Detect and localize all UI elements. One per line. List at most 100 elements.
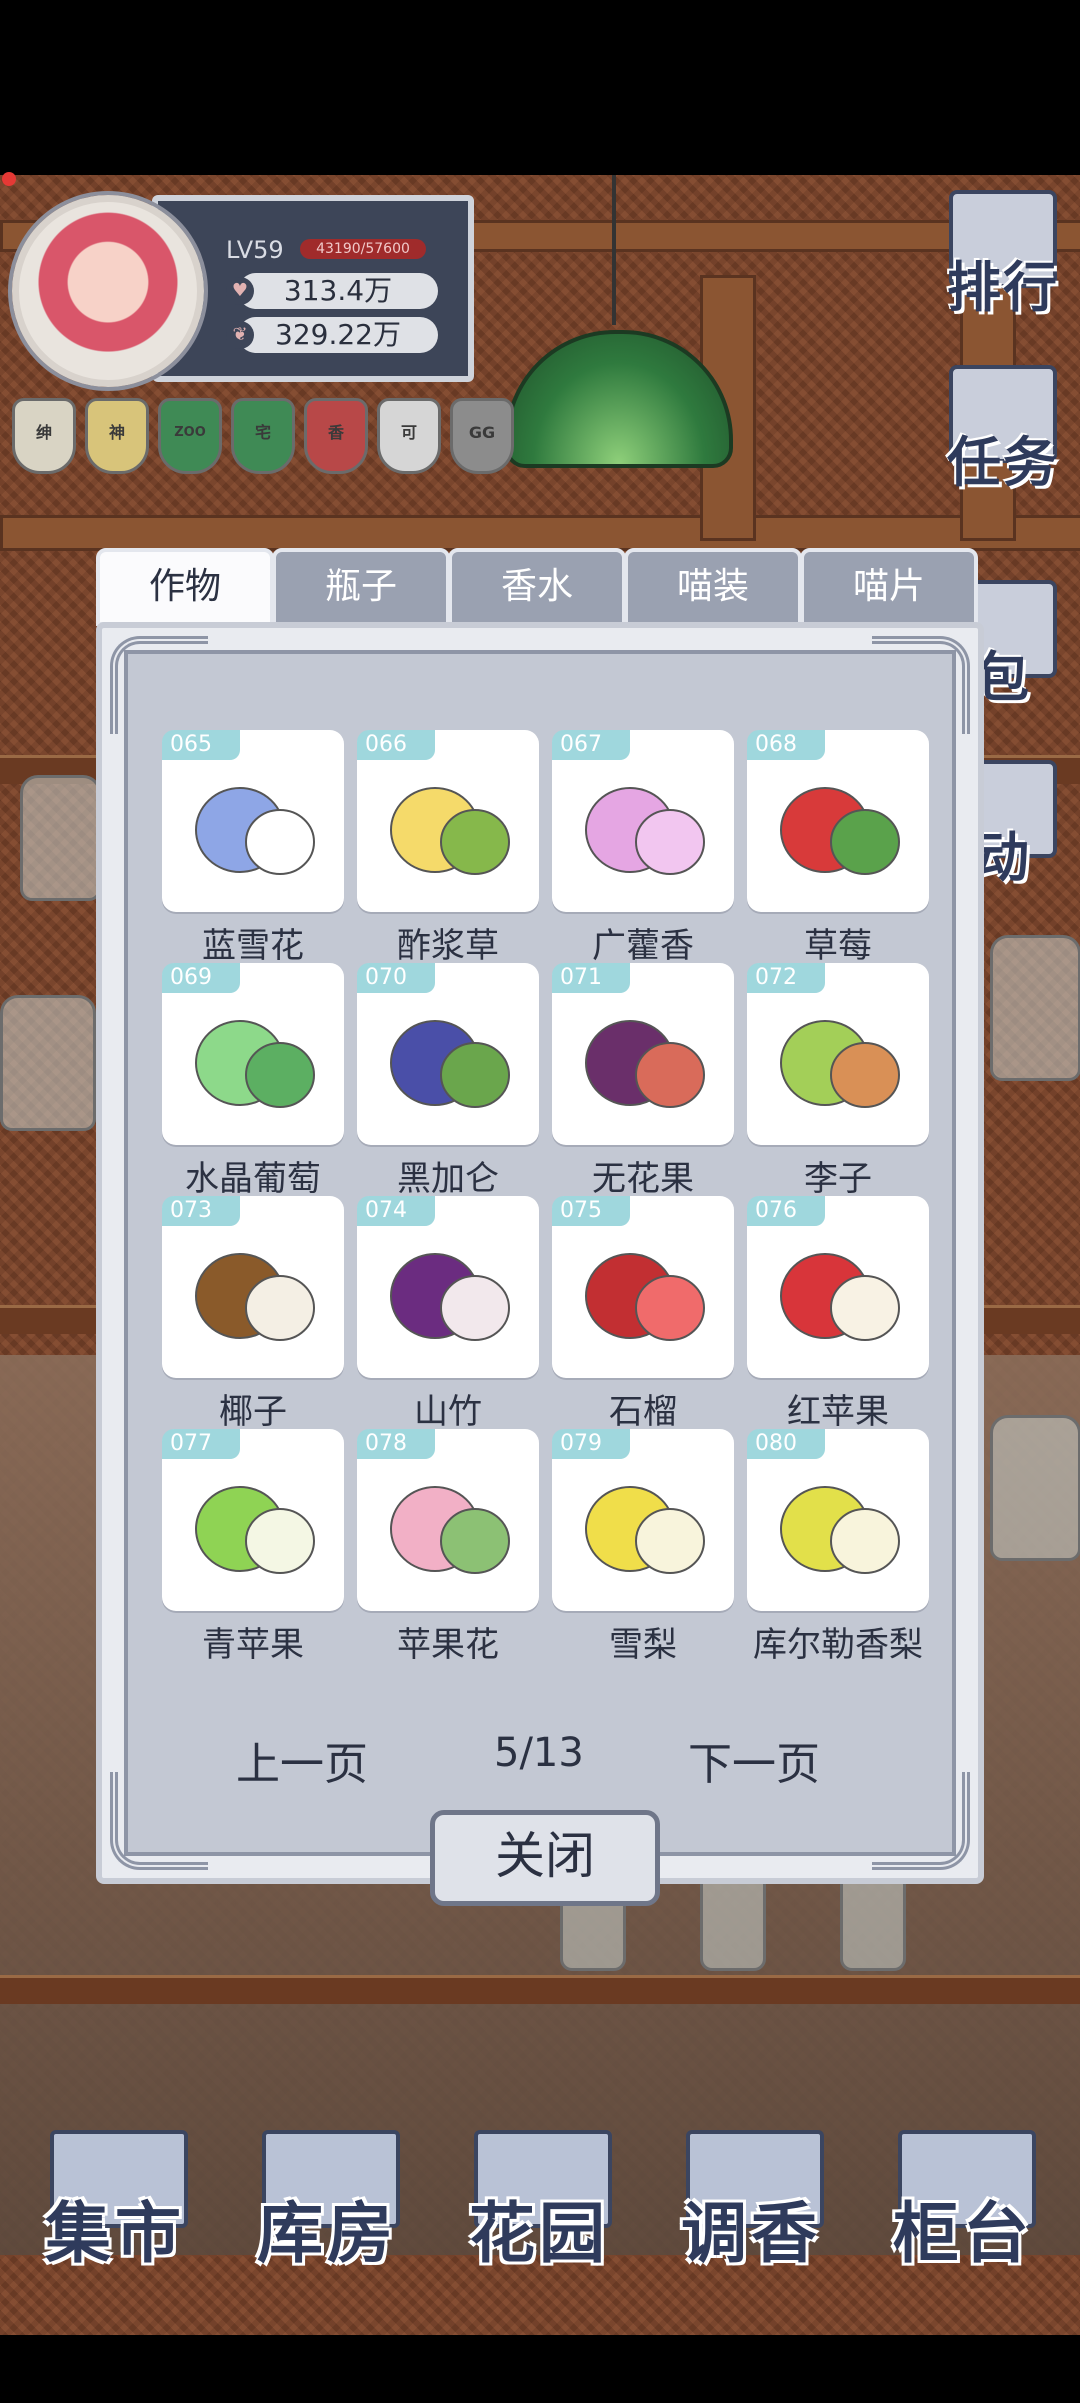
jar [20, 775, 101, 901]
lamp-cord [612, 175, 616, 325]
item-card[interactable]: 079 [552, 1429, 734, 1611]
item-card[interactable]: 066 [357, 730, 539, 912]
wooden-beam [0, 515, 1080, 551]
ornament-corner [110, 1772, 208, 1870]
jar [990, 1415, 1080, 1561]
item-card[interactable]: 076 [747, 1196, 929, 1378]
item-card[interactable]: 078 [357, 1429, 539, 1611]
task-button[interactable]: 任务 [938, 365, 1068, 497]
item-card[interactable]: 073 [162, 1196, 344, 1378]
item-number: 072 [747, 963, 825, 993]
badge[interactable]: 宅 [231, 398, 295, 474]
ornament-corner [872, 636, 970, 734]
item-number: 076 [747, 1196, 825, 1226]
tab-crops[interactable]: 作物 [96, 548, 274, 626]
close-button[interactable]: 关闭 [430, 1810, 660, 1906]
next-page-button[interactable]: 下一页 [688, 1728, 820, 1792]
item-name: 雪梨 [609, 1625, 677, 1665]
resource-1: ♥ 313.4万 [226, 273, 438, 309]
resource-1-value: 313.4万 [283, 274, 393, 307]
nav-counter-label: 柜台 [893, 2195, 1033, 2272]
item-name: 石榴 [609, 1392, 677, 1432]
item-number: 074 [357, 1196, 435, 1226]
item-number: 079 [552, 1429, 630, 1459]
item-number: 068 [747, 730, 825, 760]
item-number: 066 [357, 730, 435, 760]
item-name: 青苹果 [202, 1625, 304, 1665]
rank-button[interactable]: 排行 [938, 190, 1068, 322]
item-card[interactable]: 070 [357, 963, 539, 1145]
badge[interactable]: 神 [85, 398, 149, 474]
player-profile[interactable]: LV59 43190/57600 ♥ 313.4万 ❦ 329.22万 [12, 195, 474, 387]
item-number: 073 [162, 1196, 240, 1226]
item-name: 酢浆草 [397, 926, 499, 966]
ornament-corner [110, 636, 208, 734]
nav-garden-label: 花园 [469, 2195, 609, 2272]
item-card[interactable]: 072 [747, 963, 929, 1145]
item-name: 水晶葡萄 [185, 1159, 321, 1199]
item-name: 蓝雪花 [202, 926, 304, 966]
prev-page-button[interactable]: 上一页 [236, 1728, 368, 1792]
item-name: 库尔勒香梨 [753, 1625, 923, 1665]
item-number: 071 [552, 963, 630, 993]
jar [990, 935, 1080, 1081]
item-name: 红苹果 [787, 1392, 889, 1432]
nav-perfumery[interactable]: 调香 [656, 2130, 846, 2280]
item-number: 065 [162, 730, 240, 760]
item-card[interactable]: 075 [552, 1196, 734, 1378]
item-number: 069 [162, 963, 240, 993]
player-level: LV59 [226, 236, 284, 264]
badge[interactable]: ZOO [158, 398, 222, 474]
tab-cat-outfits[interactable]: 喵装 [624, 548, 802, 626]
item-number: 067 [552, 730, 630, 760]
item-card[interactable]: 065 [162, 730, 344, 912]
item-card[interactable]: 077 [162, 1429, 344, 1611]
notification-dot [2, 172, 16, 186]
nav-warehouse[interactable]: 库房 [232, 2130, 422, 2280]
exp-bar: 43190/57600 [300, 239, 426, 259]
tab-perfume[interactable]: 香水 [448, 548, 626, 626]
nav-perfumery-label: 调香 [681, 2195, 821, 2272]
badge[interactable]: 绅 [12, 398, 76, 474]
nav-counter[interactable]: 柜台 [868, 2130, 1058, 2280]
item-number: 078 [357, 1429, 435, 1459]
item-name: 广藿香 [592, 926, 694, 966]
nav-market[interactable]: 集市 [20, 2130, 210, 2280]
item-name: 椰子 [219, 1392, 287, 1432]
ornament-corner [872, 1772, 970, 1870]
avatar[interactable] [12, 195, 204, 387]
tab-cat-cards[interactable]: 喵片 [800, 548, 978, 626]
nav-market-label: 集市 [45, 2195, 185, 2272]
item-name: 黑加仑 [397, 1159, 499, 1199]
task-label: 任务 [947, 431, 1059, 494]
rank-label: 排行 [947, 256, 1059, 319]
collection-panel: 065 蓝雪花 066 酢浆草 067 广藿香 068 草莓 069 水晶葡萄 070 黑加仑 071 无… [96, 622, 984, 1884]
item-card[interactable]: 071 [552, 963, 734, 1145]
item-card[interactable]: 069 [162, 963, 344, 1145]
item-card[interactable]: 068 [747, 730, 929, 912]
tab-bottles[interactable]: 瓶子 [272, 548, 450, 626]
nav-garden[interactable]: 花园 [444, 2130, 634, 2280]
item-number: 080 [747, 1429, 825, 1459]
item-card[interactable]: 074 [357, 1196, 539, 1378]
resource-2-value: 329.22万 [275, 318, 401, 351]
collection-tabs: 作物 瓶子 香水 喵装 喵片 [96, 548, 978, 626]
badge[interactable]: 可 [377, 398, 441, 474]
item-card[interactable]: 080 [747, 1429, 929, 1611]
item-number: 070 [357, 963, 435, 993]
item-name: 李子 [804, 1159, 872, 1199]
resource-2: ❦ 329.22万 [226, 317, 438, 353]
badge[interactable]: 香 [304, 398, 368, 474]
item-card[interactable]: 067 [552, 730, 734, 912]
page-indicator: 5/13 [494, 1730, 584, 1776]
leaf-icon: ❦ [226, 321, 254, 349]
heart-icon: ♥ [226, 277, 254, 305]
item-name: 山竹 [414, 1392, 482, 1432]
bottom-nav: 集市 库房 花园 调香 柜台 [20, 2130, 1060, 2280]
shelf-board [0, 1975, 1080, 2004]
item-number: 077 [162, 1429, 240, 1459]
item-name: 苹果花 [397, 1625, 499, 1665]
item-name: 无花果 [592, 1159, 694, 1199]
jar [0, 995, 96, 1131]
badge[interactable]: GG [450, 398, 514, 474]
